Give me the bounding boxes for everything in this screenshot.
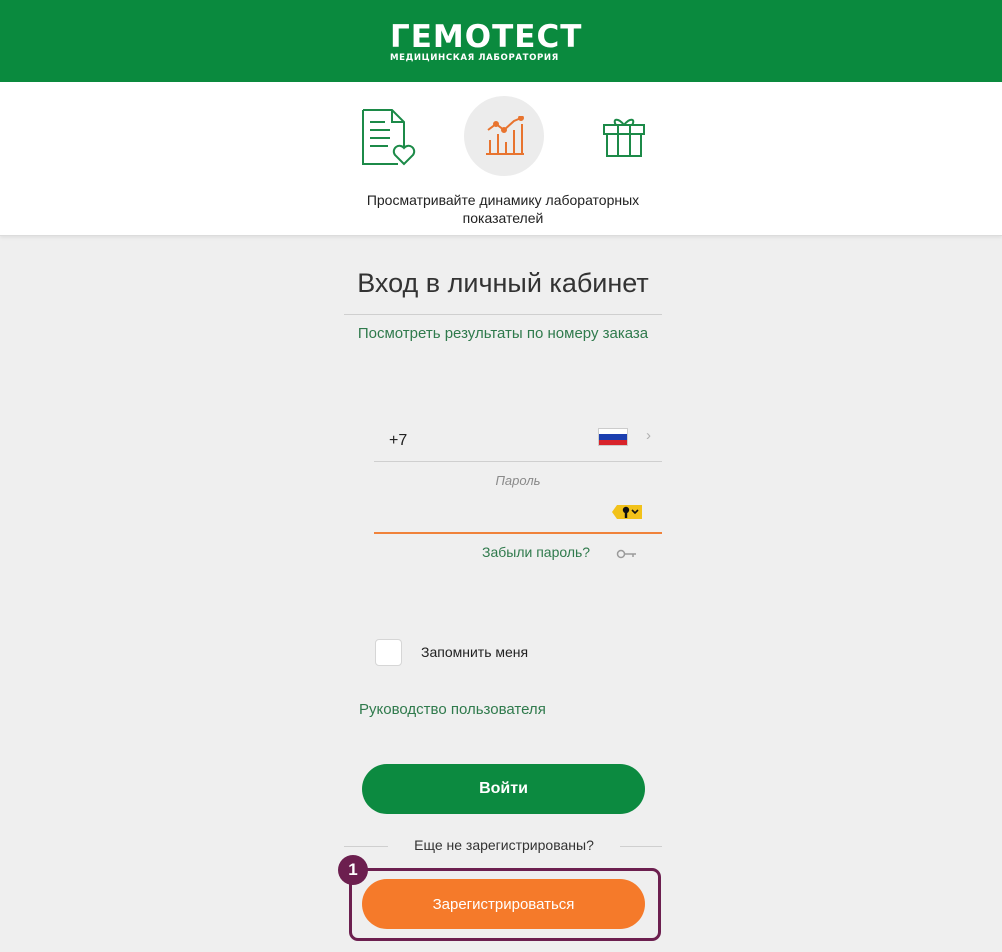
logo-tagline: МЕДИЦИНСКАЯ ЛАБОРАТОРИЯ bbox=[390, 53, 559, 63]
step-number-badge: 1 bbox=[338, 855, 368, 885]
title-divider bbox=[344, 314, 662, 315]
forgot-password-link[interactable]: Забыли пароль? bbox=[482, 544, 590, 560]
register-button[interactable]: Зарегистрироваться bbox=[362, 879, 645, 929]
phone-field[interactable]: +7 bbox=[389, 432, 407, 450]
page-title: Вход в личный кабинет bbox=[357, 268, 649, 298]
chart-icon[interactable] bbox=[484, 115, 526, 161]
russia-flag-icon[interactable] bbox=[598, 428, 628, 446]
site-header: ГЕМОТЕСТ МЕДИЦИНСКАЯ ЛАБОРАТОРИЯ bbox=[0, 0, 1002, 82]
features-carousel: Просматривайте динамику лабораторных пок… bbox=[0, 82, 1002, 236]
password-field[interactable] bbox=[374, 496, 604, 530]
feature-caption: Просматривайте динамику лабораторных пок… bbox=[366, 192, 640, 226]
not-registered-text: Еще не зарегистрированы? bbox=[414, 837, 594, 853]
phone-underline bbox=[374, 461, 662, 462]
remember-me-label[interactable]: Запомнить меня bbox=[421, 644, 528, 660]
results-by-order-link[interactable]: Посмотреть результаты по номеру заказа bbox=[300, 325, 706, 342]
user-guide-link[interactable]: Руководство пользователя bbox=[359, 701, 546, 718]
chevron-right-icon[interactable]: › bbox=[646, 427, 651, 444]
password-label: Пароль bbox=[495, 473, 541, 488]
password-manager-key-icon[interactable] bbox=[611, 503, 643, 521]
gift-icon[interactable] bbox=[602, 115, 646, 162]
remember-me-checkbox[interactable] bbox=[375, 639, 402, 666]
divider-right bbox=[620, 846, 662, 847]
divider-left bbox=[344, 846, 388, 847]
document-heart-icon[interactable] bbox=[360, 108, 418, 171]
login-button[interactable]: Войти bbox=[362, 764, 645, 814]
password-underline bbox=[374, 532, 662, 534]
key-icon bbox=[616, 547, 638, 559]
gemotest-logo[interactable]: ГЕМОТЕСТ МЕДИЦИНСКАЯ ЛАБОРАТОРИЯ bbox=[390, 20, 620, 63]
logo-wordmark: ГЕМОТЕСТ bbox=[390, 19, 583, 55]
